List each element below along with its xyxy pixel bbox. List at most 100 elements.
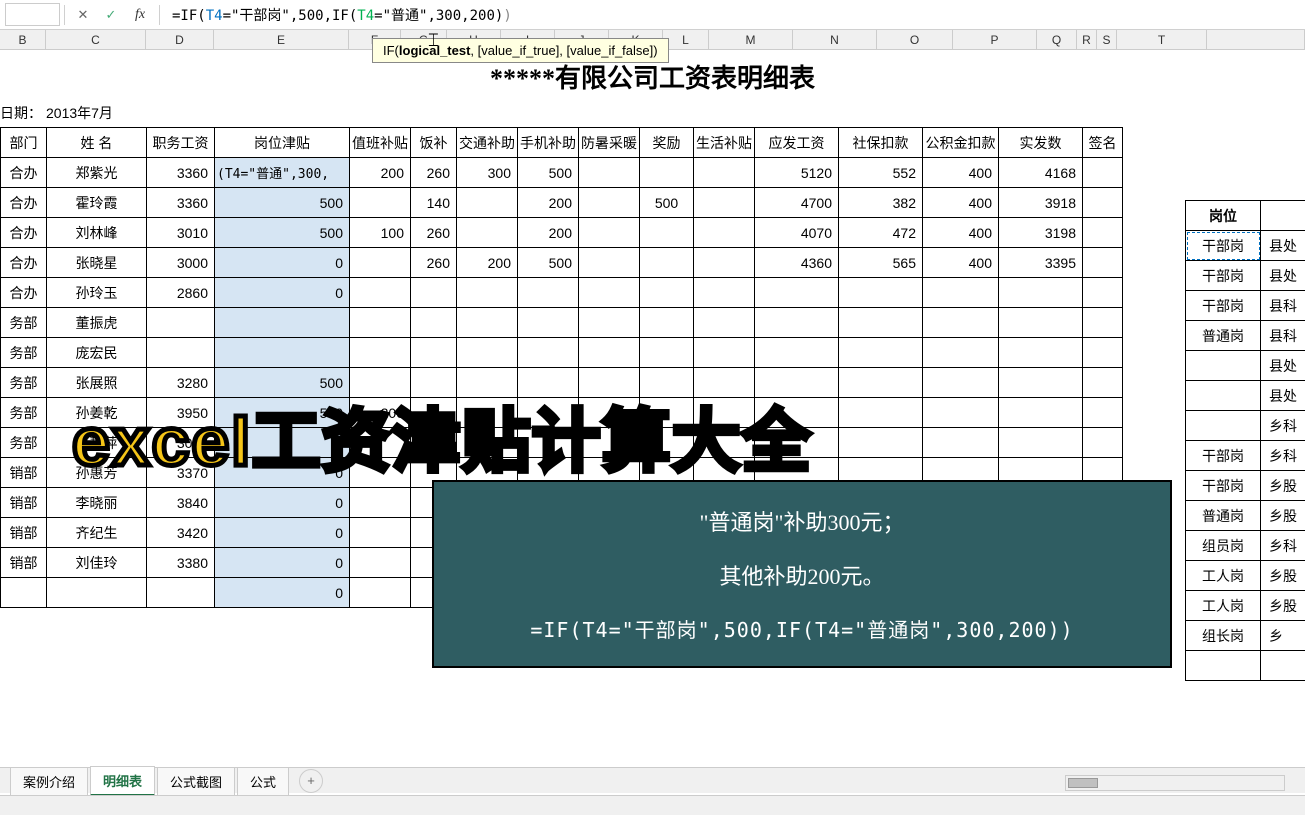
cell[interactable] (694, 308, 755, 338)
column-header-E[interactable]: E (214, 30, 349, 49)
cell[interactable]: 382 (839, 188, 923, 218)
cell[interactable] (518, 338, 579, 368)
cell[interactable]: 销部 (1, 488, 47, 518)
cell[interactable]: 0 (215, 248, 350, 278)
cell[interactable]: 3360 (147, 158, 215, 188)
cell[interactable]: 合办 (1, 188, 47, 218)
cell[interactable] (640, 308, 694, 338)
worksheet-area[interactable]: *****有限公司工资表明细表 日期：2013年7月 部门姓 名职务工资岗位津贴… (0, 50, 1305, 750)
cell[interactable]: 3198 (999, 218, 1083, 248)
cell[interactable]: 乡股 (1261, 591, 1305, 621)
cell[interactable] (350, 548, 411, 578)
cell[interactable]: 3360 (147, 188, 215, 218)
cell[interactable] (640, 338, 694, 368)
cell[interactable]: 县处 (1261, 351, 1305, 381)
table-row[interactable]: 合办孙玲玉28600 (1, 278, 1123, 308)
cell[interactable]: 销部 (1, 458, 47, 488)
cell[interactable] (694, 218, 755, 248)
cell[interactable] (579, 158, 640, 188)
cell[interactable] (518, 278, 579, 308)
cell[interactable]: 552 (839, 158, 923, 188)
sheet-tab-2[interactable]: 公式截图 (157, 767, 235, 795)
cell[interactable]: 干部岗 (1186, 231, 1261, 261)
formula-input[interactable]: =IF(T4="干部岗",500,IF(T4="普通",300,200)) (164, 2, 1305, 28)
cell[interactable] (999, 398, 1083, 428)
cell[interactable]: 庞宏民 (47, 338, 147, 368)
column-header-S[interactable]: S (1097, 30, 1117, 49)
cell[interactable]: 干部岗 (1186, 261, 1261, 291)
cell[interactable]: 400 (923, 218, 999, 248)
cell[interactable] (350, 188, 411, 218)
table-row[interactable]: 务部庞宏民 (1, 338, 1123, 368)
cell[interactable]: 3000 (147, 248, 215, 278)
cell[interactable] (923, 338, 999, 368)
cell[interactable] (47, 578, 147, 608)
add-sheet-button[interactable]: + (299, 769, 323, 793)
cancel-button[interactable]: ✕ (69, 3, 97, 27)
cell[interactable]: 张晓星 (47, 248, 147, 278)
cell[interactable]: 500 (215, 188, 350, 218)
cell[interactable] (457, 278, 518, 308)
cell[interactable]: 乡股 (1261, 471, 1305, 501)
scrollbar-thumb[interactable] (1068, 778, 1098, 788)
cell[interactable] (350, 308, 411, 338)
cell[interactable] (457, 218, 518, 248)
cell[interactable]: 乡股 (1261, 561, 1305, 591)
cell[interactable] (694, 248, 755, 278)
cell[interactable] (1186, 411, 1261, 441)
cell[interactable] (1083, 428, 1123, 458)
cell[interactable] (694, 158, 755, 188)
cell[interactable] (1083, 248, 1123, 278)
header-cell[interactable]: 应发工资 (755, 128, 839, 158)
header-cell[interactable]: 部门 (1, 128, 47, 158)
cell[interactable] (1083, 188, 1123, 218)
cell[interactable]: 务部 (1, 338, 47, 368)
cell[interactable]: 齐纪生 (47, 518, 147, 548)
sheet-tab-1[interactable]: 明细表 (90, 766, 155, 796)
cell[interactable]: 董振虎 (47, 308, 147, 338)
table-row[interactable]: 合办郑紫光3360(T4="普通",300,200260300500512055… (1, 158, 1123, 188)
cell[interactable]: 合办 (1, 248, 47, 278)
horizontal-scrollbar[interactable] (1065, 775, 1285, 791)
column-header-B[interactable]: B (0, 30, 46, 49)
column-header-O[interactable]: O (877, 30, 953, 49)
cell[interactable] (923, 278, 999, 308)
cell[interactable]: 140 (411, 188, 457, 218)
cell[interactable]: 4168 (999, 158, 1083, 188)
cell[interactable] (923, 428, 999, 458)
cell[interactable] (457, 338, 518, 368)
cell[interactable] (999, 428, 1083, 458)
cell[interactable] (518, 308, 579, 338)
column-header-T[interactable]: T (1117, 30, 1207, 49)
cell[interactable]: 乡科 (1261, 441, 1305, 471)
cell[interactable] (215, 338, 350, 368)
cell[interactable] (839, 338, 923, 368)
cell[interactable]: 销部 (1, 518, 47, 548)
cell[interactable]: 干部岗 (1186, 441, 1261, 471)
cell[interactable] (215, 308, 350, 338)
cell[interactable]: 乡 (1261, 621, 1305, 651)
cell[interactable] (579, 248, 640, 278)
cell[interactable] (694, 188, 755, 218)
cell[interactable] (411, 278, 457, 308)
cell[interactable]: 县处 (1261, 261, 1305, 291)
cell[interactable]: 刘佳玲 (47, 548, 147, 578)
header-cell[interactable]: 岗位津贴 (215, 128, 350, 158)
column-header-N[interactable]: N (793, 30, 877, 49)
cell[interactable]: 565 (839, 248, 923, 278)
cell[interactable] (457, 188, 518, 218)
cell[interactable]: 0 (215, 488, 350, 518)
cell[interactable]: 乡科 (1261, 411, 1305, 441)
cell[interactable]: 4360 (755, 248, 839, 278)
cell[interactable]: 200 (518, 188, 579, 218)
cell[interactable] (350, 578, 411, 608)
cell[interactable]: 0 (215, 578, 350, 608)
cell[interactable]: 260 (411, 158, 457, 188)
cell[interactable] (579, 278, 640, 308)
cell[interactable]: 260 (411, 248, 457, 278)
header-cell[interactable]: 姓 名 (47, 128, 147, 158)
cell[interactable]: 普通岗 (1186, 501, 1261, 531)
cell[interactable] (1083, 398, 1123, 428)
cell[interactable] (640, 218, 694, 248)
cell[interactable] (755, 278, 839, 308)
